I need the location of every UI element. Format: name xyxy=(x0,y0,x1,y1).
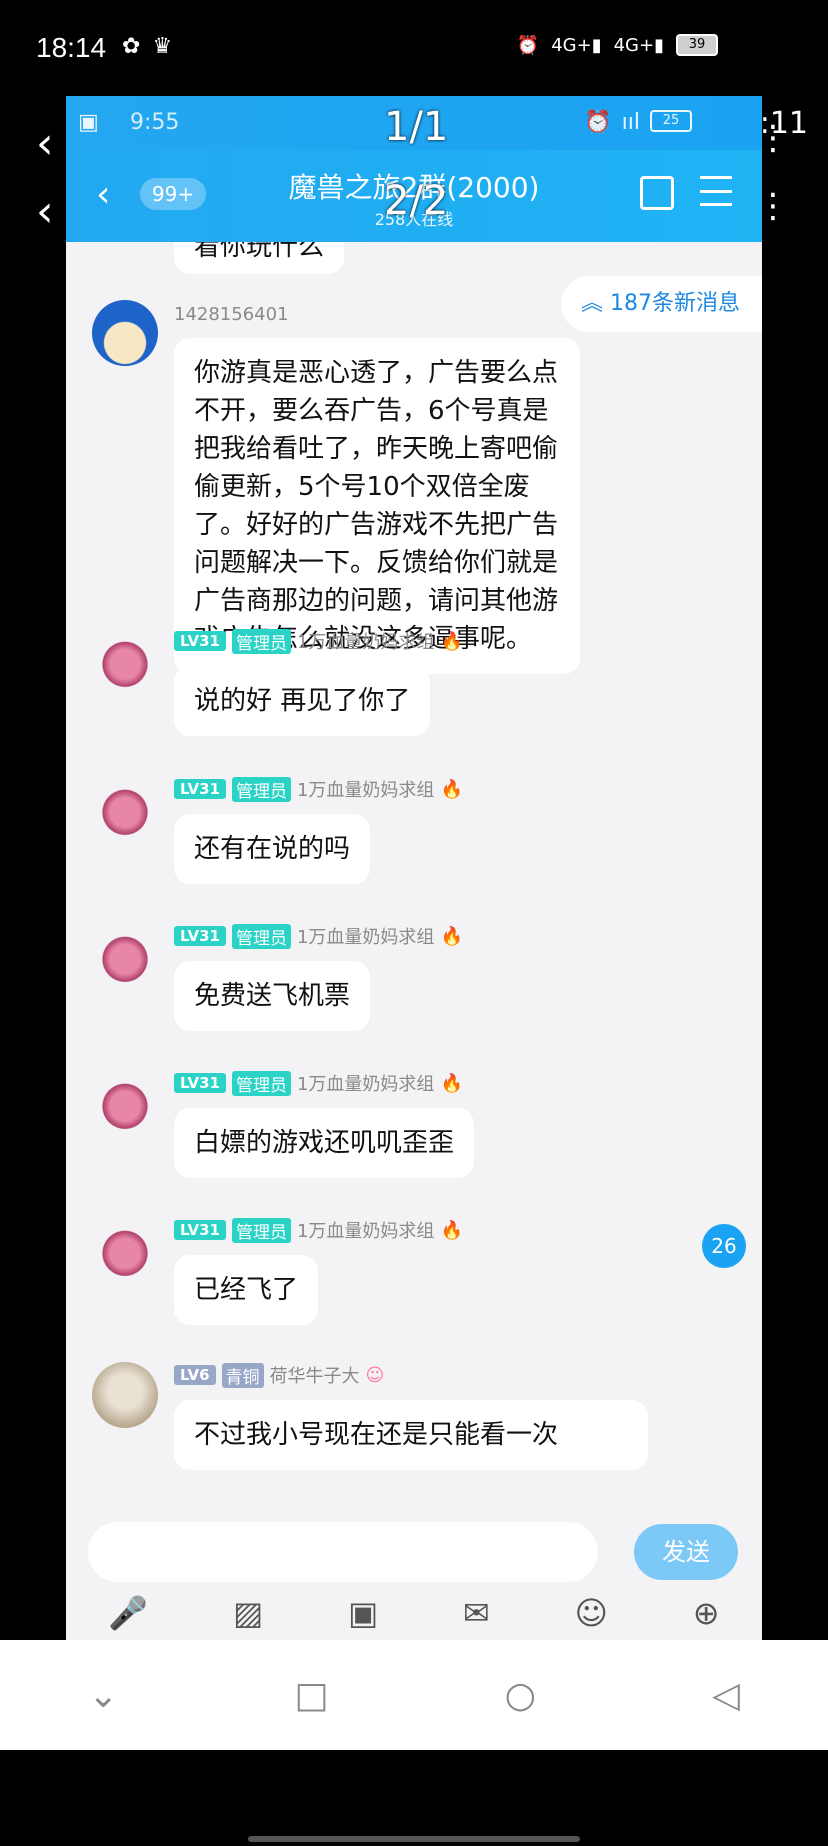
level-badge: LV31 xyxy=(174,1073,226,1093)
microphone-icon[interactable]: 🎤 xyxy=(108,1594,148,1632)
avatar[interactable] xyxy=(92,776,158,842)
send-button[interactable]: 发送 xyxy=(634,1524,738,1580)
system-navbar: ⌄ □ ○ ◁ xyxy=(0,1640,828,1750)
message-bubble: 白嫖的游戏还叽叽歪歪 xyxy=(174,1108,475,1178)
role-badge: 管理员 xyxy=(231,1070,291,1096)
fire-icon: 🔥 xyxy=(440,630,463,652)
emoji-icon[interactable]: ☺ xyxy=(575,1594,608,1632)
image-icon[interactable]: ▨ xyxy=(233,1594,263,1632)
avatar[interactable] xyxy=(92,300,158,366)
message-bubble: 还有在说的吗 xyxy=(174,814,371,884)
plus-icon[interactable]: ⊕ xyxy=(693,1594,720,1632)
sender-name: 1万血量奶妈求组 xyxy=(296,927,435,948)
role-badge: 管理员 xyxy=(231,923,291,949)
wechat-icon: ✿ xyxy=(122,34,141,59)
alarm-icon: ⏰ xyxy=(584,110,612,135)
calendar-icon[interactable] xyxy=(640,176,674,210)
level-badge: LV31 xyxy=(174,631,226,651)
chat-area[interactable]: 看你玩什么 ︽ 187条新消息 1428156401 你游真是恶心透了，广告要么… xyxy=(66,242,762,1512)
sender-name: 1万血量奶妈求组 xyxy=(296,1074,435,1095)
phone-screen: ▣ 9:55 ⏰ ııl 25 ‹ 99+ 魔兽之旅2群(2000) 258人在… xyxy=(66,96,762,1640)
outer-status-bar: 18:14 ✿ ♛ ⏰ 4G+▮ 4G+▮ 39 18:11 xyxy=(0,0,828,141)
input-toolbar: 🎤 ▨ ▣ ✉ ☺ ⊕ xyxy=(66,1594,762,1632)
sender-name: 1428156401 xyxy=(174,304,289,325)
home-indicator[interactable] xyxy=(248,1836,580,1842)
message-bubble: 免费送飞机票 xyxy=(174,961,371,1031)
battery-icon: 39 xyxy=(676,34,718,56)
crown-icon: ♛ xyxy=(152,34,173,59)
battery-icon: 25 xyxy=(650,110,692,132)
avatar[interactable] xyxy=(92,628,158,694)
role-badge: 青铜 xyxy=(221,1362,264,1388)
level-badge: LV31 xyxy=(174,779,226,799)
avatar[interactable] xyxy=(92,1070,158,1136)
message-bubble: 不过我小号现在还是只能看一次 xyxy=(174,1400,648,1470)
inner-time: 9:55 xyxy=(130,110,180,135)
double-up-arrow-icon: ︽ xyxy=(581,291,610,316)
avatar[interactable] xyxy=(92,1362,158,1428)
page-overlay-1: 1/1 xyxy=(384,104,449,150)
image-status-icon: ▣ xyxy=(78,110,99,135)
sender-name: 1万血量奶妈求组 xyxy=(296,632,435,653)
camera-icon[interactable]: ▣ xyxy=(348,1594,378,1632)
unread-count-badge[interactable]: 26 xyxy=(702,1224,746,1268)
emoji-icon: ☺ xyxy=(365,1364,385,1386)
fire-icon: 🔥 xyxy=(440,925,463,947)
circle-icon[interactable]: ○ xyxy=(505,1675,536,1716)
role-badge: 管理员 xyxy=(231,776,291,802)
partial-message: 看你玩什么 xyxy=(174,242,345,274)
menu-icon[interactable] xyxy=(700,176,732,206)
message-bubble: 说的好 再见了你了 xyxy=(174,666,431,736)
fire-icon: 🔥 xyxy=(440,778,463,800)
page-overlay-2: 2/2 xyxy=(384,178,449,224)
signal-icon: ııl xyxy=(621,110,640,135)
signal-icon-2: 4G+▮ xyxy=(613,34,664,56)
fire-icon: 🔥 xyxy=(440,1072,463,1094)
red-packet-icon[interactable]: ✉ xyxy=(463,1594,490,1632)
left-chevron-icon-2[interactable]: ‹ xyxy=(36,186,54,237)
sender-name: 荷华牛子大 xyxy=(269,1366,360,1387)
input-area: 发送 🎤 ▨ ▣ ✉ ☺ ⊕ xyxy=(66,1512,762,1640)
level-badge: LV31 xyxy=(174,926,226,946)
sender-name: 1万血量奶妈求组 xyxy=(296,780,435,801)
message-input[interactable] xyxy=(88,1522,598,1582)
message-bubble: 已经飞了 xyxy=(174,1255,319,1325)
outer-time: 18:14 xyxy=(36,32,107,63)
sender-name: 1万血量奶妈求组 xyxy=(296,1221,435,1242)
avatar[interactable] xyxy=(92,1217,158,1283)
left-chevron-icon[interactable]: ‹ xyxy=(36,118,54,169)
chevron-down-icon[interactable]: ⌄ xyxy=(88,1675,118,1716)
level-badge: LV6 xyxy=(174,1365,216,1385)
avatar[interactable] xyxy=(92,923,158,989)
new-messages-button[interactable]: ︽ 187条新消息 xyxy=(561,276,762,332)
message-bubble: 你游真是恶心透了，广告要么点不开，要么吞广告，6个号真是把我给看吐了，昨天晚上寄… xyxy=(174,338,580,674)
level-badge: LV31 xyxy=(174,1220,226,1240)
square-icon[interactable]: □ xyxy=(294,1675,328,1716)
role-badge: 管理员 xyxy=(231,628,291,654)
fire-icon: 🔥 xyxy=(440,1219,463,1241)
signal-icon: 4G+▮ xyxy=(551,34,602,56)
alarm-icon: ⏰ xyxy=(516,34,540,56)
triangle-back-icon[interactable]: ◁ xyxy=(712,1675,740,1716)
role-badge: 管理员 xyxy=(231,1217,291,1243)
